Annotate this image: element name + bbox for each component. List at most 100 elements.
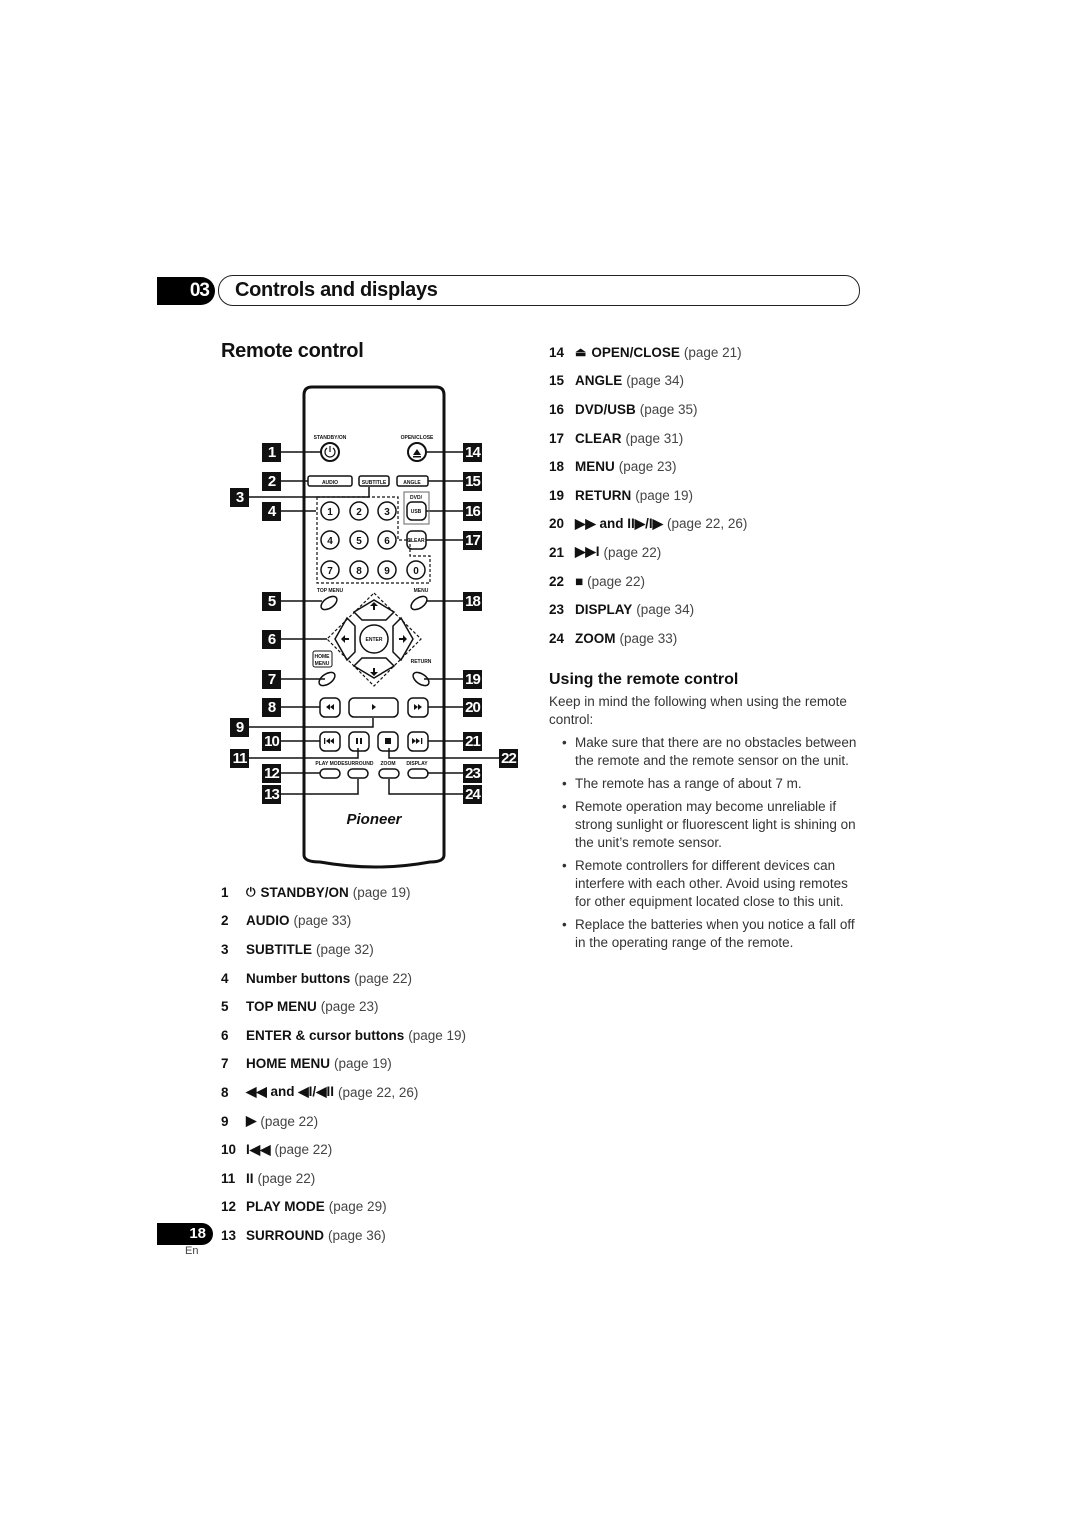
label-surround: SURROUND [345,761,374,767]
legend-label: MENU [575,459,615,475]
legend-page-ref: (page 22, 26) [338,1084,419,1100]
legend-item: 12 PLAY MODE (page 29) [221,1193,466,1222]
callout-23: 23 [463,764,482,783]
legend-item: 18 MENU (page 23) [549,452,747,481]
legend-label: ▶ [246,1113,257,1129]
callout-14: 14 [463,443,482,462]
legend-label: RETURN [575,487,632,503]
label-standby: STANDBY/ON [314,435,347,441]
legend-page-ref: (page 22) [354,970,413,986]
legend-number: 13 [221,1227,237,1243]
legend-item: 19 RETURN (page 19) [549,481,747,510]
legend-page-ref: (page 22, 26) [667,516,748,532]
usage-intro: Keep in mind the following when using th… [549,694,847,727]
bullet-item: The remote has a range of about 7 m. [549,775,859,793]
num-button-0: 0 [413,566,419,577]
legend-label: HOME MENU [246,1056,330,1072]
legend-page-ref: (page 36) [328,1227,386,1243]
callout-24: 24 [463,785,482,804]
legend-number: 23 [549,602,565,618]
legend-page-ref: (page 19) [352,884,411,900]
power-icon: ⏻ [246,884,256,899]
legend-item: 2 AUDIO (page 33) [221,907,466,936]
num-button-5: 5 [356,536,362,547]
callout-2: 2 [262,472,281,491]
legend-label: DISPLAY [575,602,633,618]
button-legend-right: 14 ⏏ OPEN/CLOSE (page 21) 15 ANGLE (page 34) … [549,338,747,653]
legend-page-ref: (page 23) [320,999,379,1015]
label-dvd: DVD/ [410,495,423,501]
callout-16: 16 [463,502,482,521]
legend-item: 23 DISPLAY (page 34) [549,595,747,624]
label-home: HOME [315,654,331,660]
legend-page-ref: (page 33) [619,630,678,646]
legend-label: ■ [575,573,584,589]
callout-1: 1 [262,443,281,462]
num-button-8: 8 [356,566,362,577]
label-display: DISPLAY [406,761,428,767]
legend-label: II [246,1170,254,1186]
legend-item: 13 SURROUND (page 36) [221,1221,466,1250]
num-button-4: 4 [327,536,333,547]
bullet-item: Replace the batteries when you notice a … [549,916,859,952]
legend-label: SUBTITLE [246,941,312,957]
legend-page-ref: (page 23) [618,459,677,475]
legend-number: 19 [549,487,565,503]
legend-number: 9 [221,1113,229,1129]
button-legend-left: 1 ⏻ STANDBY/ON (page 19) 2 AUDIO (page 33) 3S… [221,878,466,1250]
legend-label: TOP MENU [246,999,317,1015]
callout-5: 5 [262,592,281,611]
legend-number: 6 [221,1027,229,1043]
legend-number: 16 [549,401,565,417]
legend-number: 2 [221,913,229,929]
legend-page-ref: (page 19) [408,1027,467,1043]
legend-number: 15 [549,373,565,389]
legend-number: 20 [549,516,565,532]
callout-10: 10 [262,732,281,751]
callout-18: 18 [463,592,482,611]
callout-7: 7 [262,670,281,689]
usage-title: Using the remote control [549,671,739,688]
legend-number: 11 [221,1170,236,1186]
label-home-menu: MENU [315,661,330,667]
legend-label: OPEN/CLOSE [591,344,680,360]
legend-label: CLEAR [575,430,622,446]
legend-number: 21 [549,544,565,560]
legend-label: ◀◀ and ◀I/◀II [246,1084,335,1100]
legend-label: PLAY MODE [246,1199,325,1215]
legend-label: ▶▶ and II▶/I▶ [575,515,664,531]
callout-17: 17 [463,531,482,550]
legend-number: 12 [221,1199,237,1215]
legend-item: 9 ▶ (page 22) [221,1107,466,1136]
label-open-close: OPEN/CLOSE [401,435,434,441]
legend-number: 5 [221,999,229,1015]
legend-number: 17 [549,430,565,446]
label-top-menu: TOP MENU [317,588,344,594]
legend-label: ▶▶I [575,544,600,560]
legend-item: 20 ▶▶ and II▶/I▶ (page 22, 26) [549,510,747,539]
callout-11: 11 [230,749,249,768]
num-button-2: 2 [356,507,362,518]
legend-item: 11 II (page 22) [221,1164,466,1193]
label-usb: USB [411,509,422,515]
callout-6: 6 [262,630,281,649]
legend-page-ref: (page 22) [587,573,645,589]
legend-page-ref: (page 22) [257,1170,316,1186]
callout-15: 15 [463,472,482,491]
legend-number: 3 [221,941,229,957]
legend-number: 8 [221,1084,229,1100]
callout-20: 20 [463,698,482,717]
num-button-9: 9 [384,566,390,577]
legend-item: 3 SUBTITLE (page 32) [221,935,466,964]
legend-item: 24 ZOOM (page 33) [549,624,747,653]
legend-item: 1 ⏻ STANDBY/ON (page 19) [221,878,466,907]
legend-number: 14 [549,344,565,360]
legend-label: I◀◀ [246,1141,271,1157]
legend-item: 16 DVD/USB (page 35) [549,395,747,424]
legend-label: Number buttons [246,970,351,986]
legend-item: 17 CLEAR (page 31) [549,424,747,453]
callout-3: 3 [230,488,249,507]
legend-label: AUDIO [246,913,290,929]
legend-item: 15 ANGLE (page 34) [549,367,747,396]
legend-item: 7 HOME MENU (page 19) [221,1050,466,1079]
